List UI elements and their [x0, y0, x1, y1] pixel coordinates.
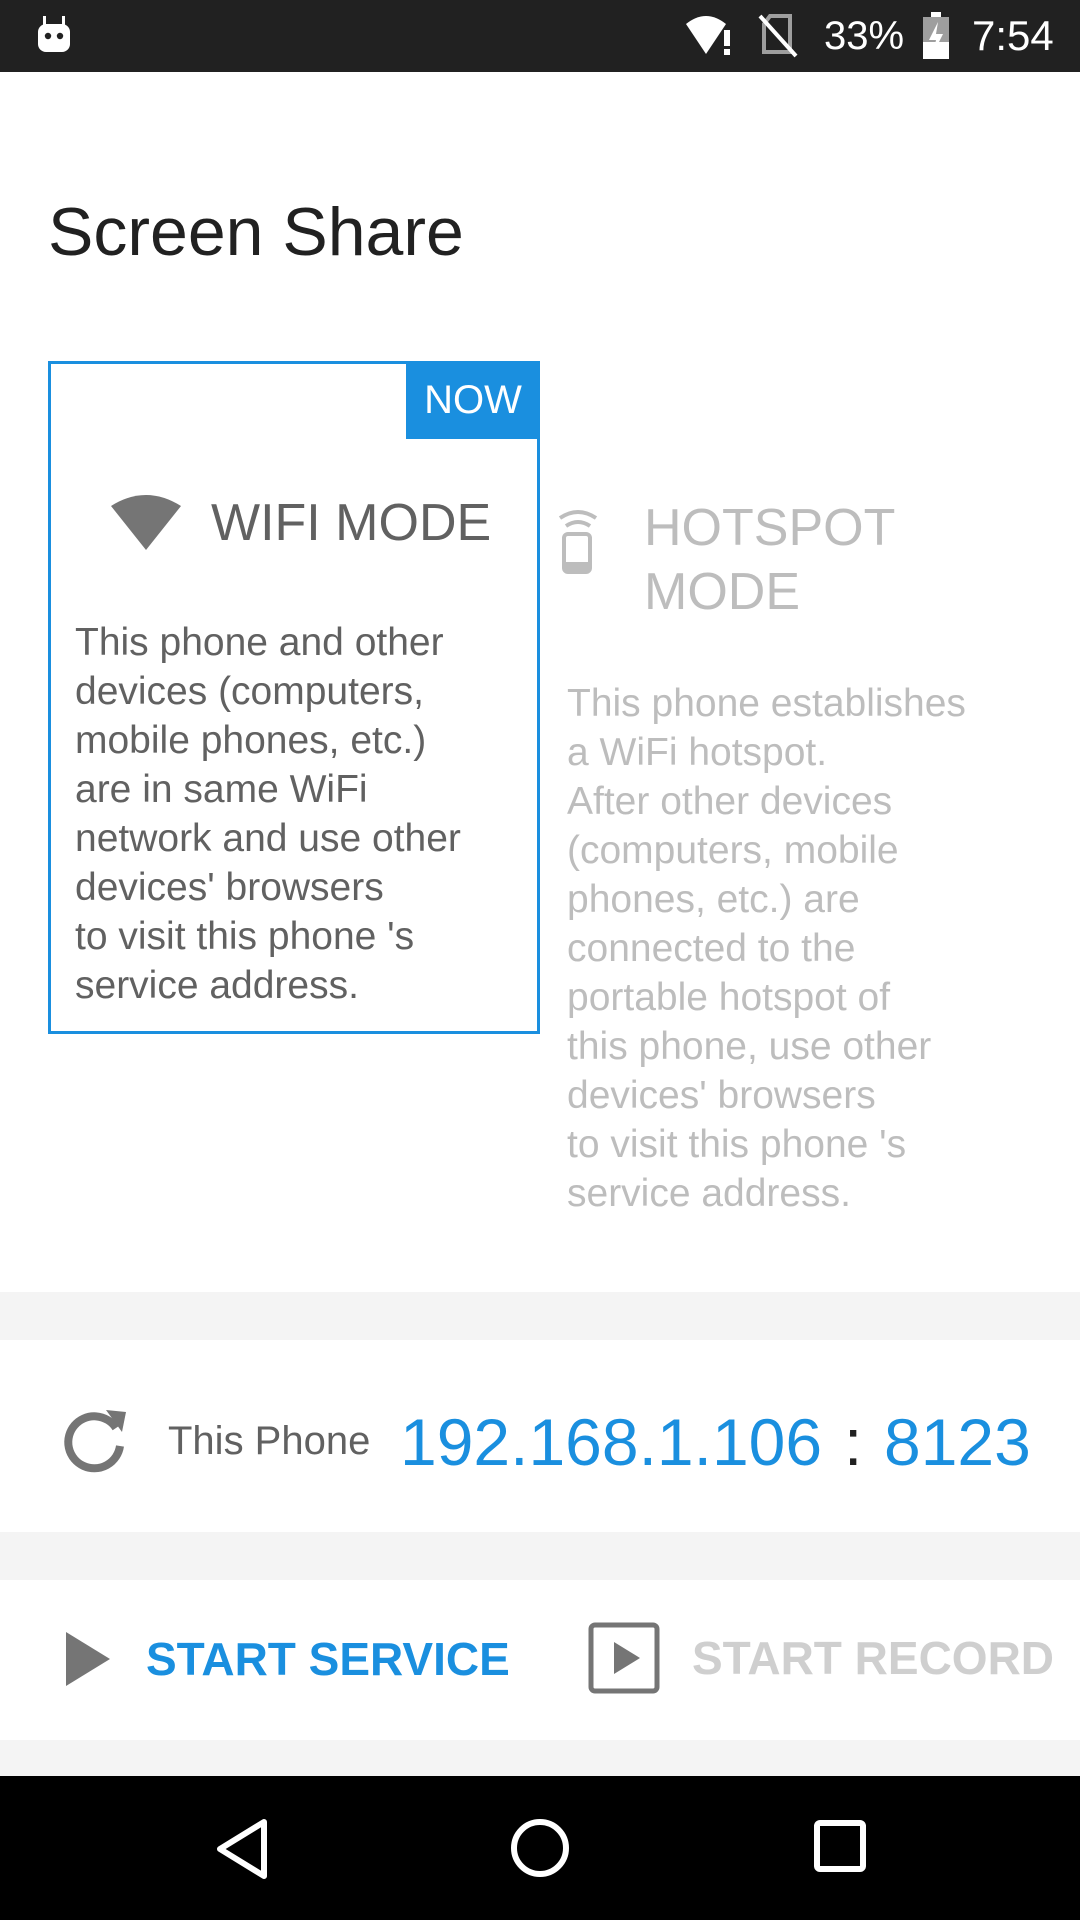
- app-notification-icon: [38, 16, 70, 52]
- hotspot-mode-header: HOTSPOT MODE: [554, 496, 904, 624]
- wifi-mode-header: WIFI MODE: [111, 492, 491, 554]
- start-service-button[interactable]: START SERVICE: [60, 1630, 510, 1688]
- wifi-icon: [111, 495, 181, 550]
- refresh-icon[interactable]: [60, 1404, 130, 1474]
- clock: 7:54: [972, 12, 1054, 59]
- wifi-mode-card[interactable]: NOW WIFI MODE This phone and other devic…: [48, 361, 540, 1034]
- port-number: 8123: [884, 1405, 1031, 1479]
- home-icon[interactable]: [510, 1818, 570, 1878]
- section-divider: [0, 1292, 1080, 1340]
- hotspot-mode-title: HOTSPOT MODE: [644, 499, 896, 621]
- wifi-alert-icon: [686, 16, 730, 55]
- address-row: This Phone 192.168.1.106 : 8123: [0, 1340, 1080, 1532]
- back-icon[interactable]: [214, 1818, 270, 1880]
- wifi-mode-description: This phone and other devices (computers,…: [75, 621, 461, 1007]
- hotspot-mode-description: This phone establishes a WiFi hotspot. A…: [567, 682, 966, 1215]
- page-title: Screen Share: [48, 194, 464, 270]
- now-badge: NOW: [406, 361, 540, 439]
- battery-percentage: 33%: [824, 14, 905, 58]
- start-record-label: START RECORD: [692, 1632, 1055, 1684]
- recents-icon[interactable]: [814, 1820, 866, 1872]
- record-play-icon: [588, 1622, 660, 1694]
- start-record-button[interactable]: START RECORD: [588, 1622, 1054, 1694]
- play-icon: [66, 1632, 110, 1686]
- battery-charging-icon: [923, 12, 949, 59]
- start-service-label: START SERVICE: [146, 1633, 510, 1685]
- navigation-bar: [0, 1776, 1080, 1920]
- hotspot-mode-card[interactable]: HOTSPOT MODE This phone establishes a Wi…: [540, 361, 1032, 1221]
- section-divider: [0, 1740, 1080, 1776]
- section-divider: [0, 1532, 1080, 1580]
- ip-address: 192.168.1.106: [400, 1405, 823, 1479]
- no-sim-icon: [758, 14, 798, 58]
- action-row: START SERVICE START RECORD: [0, 1580, 1080, 1740]
- status-bar: 33% 7:54: [0, 0, 1080, 72]
- address-separator: :: [844, 1405, 863, 1479]
- hotspot-icon: [558, 510, 598, 574]
- wifi-mode-title: WIFI MODE: [211, 494, 492, 552]
- this-phone-label: This Phone: [168, 1419, 371, 1463]
